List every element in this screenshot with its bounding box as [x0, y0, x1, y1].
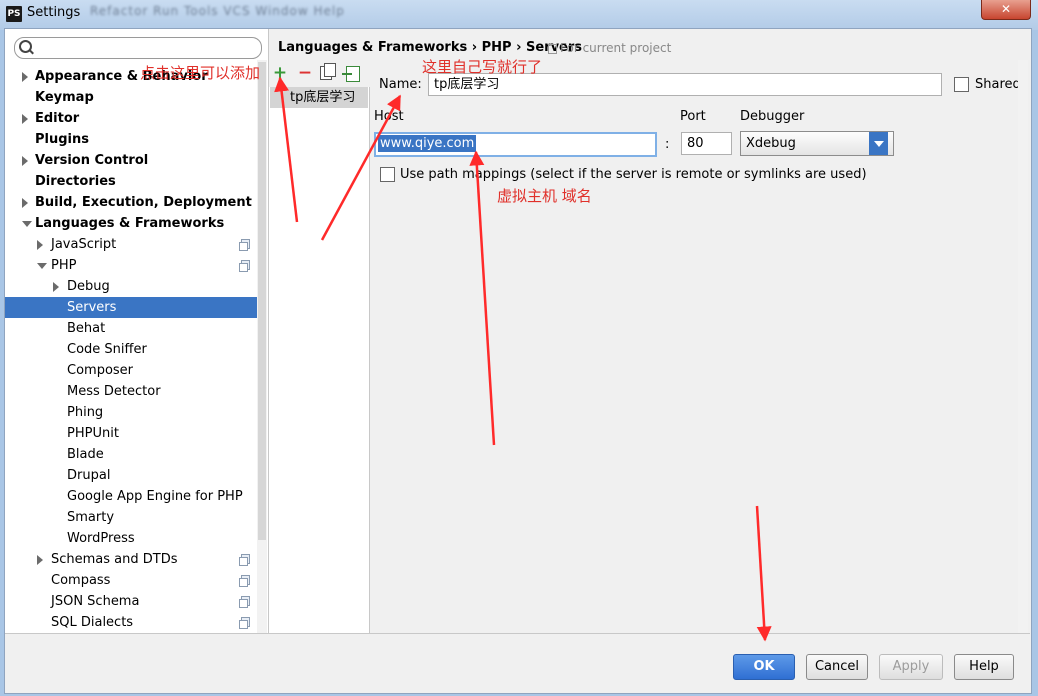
host-annotation: 虚拟主机 域名 [497, 187, 592, 205]
ok-annotation-arrow [755, 505, 772, 642]
name-annotation-arrow [320, 94, 402, 241]
add-annotation: 点击这里可以添加 [140, 64, 261, 82]
annotation-arrows [274, 76, 772, 642]
host-annotation-arrow [469, 150, 496, 446]
add-annotation-arrow [274, 76, 299, 223]
name-annotation: 这里自己写就行了 [422, 58, 543, 76]
